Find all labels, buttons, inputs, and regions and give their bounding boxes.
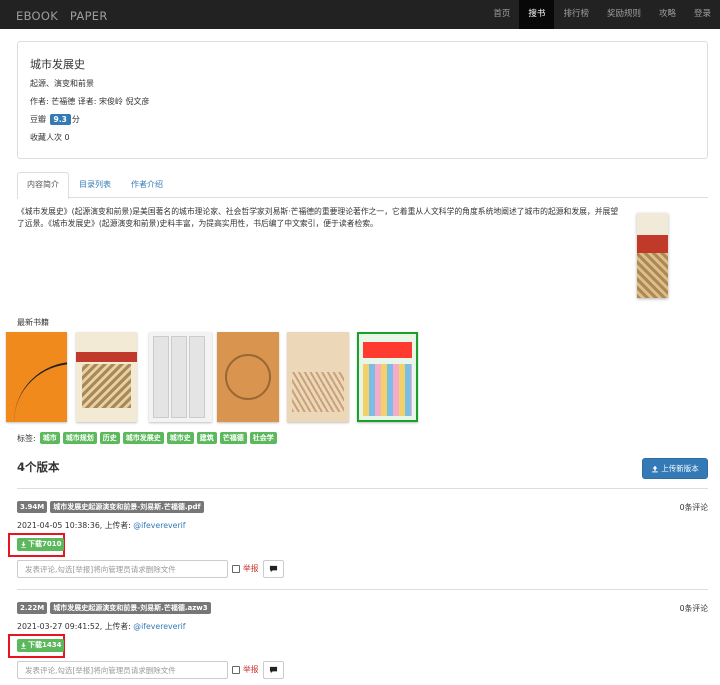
version-item: 2.22M 城市发展史起源演变和前景-刘易斯.芒福德.azw3 0条评论 202… (8, 602, 708, 685)
book-cover-image (637, 213, 668, 298)
tab-table-of-contents[interactable]: 目录列表 (69, 172, 121, 198)
nav-rankings[interactable]: 排行榜 (554, 0, 598, 29)
latest-book-cover[interactable] (357, 332, 418, 422)
douban-rating: 豆瓣 9.3 分 (30, 114, 695, 125)
latest-books-title: 最新书籍 (17, 318, 49, 327)
upload-button-label: 上传新版本 (661, 464, 699, 473)
file-size-badge: 3.94M (17, 501, 48, 513)
book-title: 城市发展史 (30, 58, 85, 71)
submit-comment-button[interactable] (263, 560, 284, 578)
upload-info: 2021-04-05 10:38:36, 上传者: @ifevereverif (17, 520, 186, 531)
download-icon (21, 541, 26, 548)
douban-score-badge: 9.3 (49, 114, 71, 125)
uploader-link[interactable]: @ifevereverif (133, 622, 185, 631)
nav-guide[interactable]: 攻略 (650, 0, 685, 29)
comment-input[interactable] (17, 560, 228, 578)
tab-author-intro[interactable]: 作者介绍 (121, 172, 173, 198)
download-button[interactable]: 下载7010 (17, 538, 65, 551)
top-navbar: EBOOK PAPER 首页 搜书 排行榜 奖励规则 攻略 登录 (0, 0, 720, 29)
tag[interactable]: 历史 (99, 432, 120, 444)
tag[interactable]: 建筑 (196, 432, 217, 444)
divider (17, 589, 708, 590)
tag[interactable]: 社会学 (249, 432, 277, 444)
brand-logo[interactable]: EBOOK PAPER (16, 8, 108, 24)
nav-rewards[interactable]: 奖励规则 (598, 0, 650, 29)
nav-search-books[interactable]: 搜书 (519, 0, 555, 29)
tag[interactable]: 城市史 (166, 432, 194, 444)
comment-count[interactable]: 0条评论 (680, 502, 708, 513)
comment-icon (269, 666, 278, 674)
file-name-badge: 城市发展史起源演变和前景-刘易斯.芒福德.pdf (50, 501, 204, 513)
book-authors: 作者: 芒福德 译者: 宋俊岭 倪文彦 (30, 97, 150, 106)
download-count: 下载7010 (28, 540, 62, 548)
latest-book-cover[interactable] (6, 332, 67, 422)
upload-date: 2021-03-27 09:41:52, 上传者: (17, 622, 131, 631)
divider (17, 488, 708, 489)
upload-icon (652, 465, 659, 472)
version-item: 3.94M 城市发展史起源演变和前景-刘易斯.芒福德.pdf 0条评论 2021… (8, 501, 708, 591)
nav-home[interactable]: 首页 (484, 0, 519, 29)
download-count: 下载1434 (28, 641, 62, 649)
latest-book-cover[interactable] (217, 332, 279, 422)
tags-row: 标签: 城市 城市规划 历史 城市发展史 城市史 建筑 芒福德 社会学 (17, 432, 277, 444)
report-checkbox[interactable] (232, 666, 240, 674)
nav-menu: 首页 搜书 排行榜 奖励规则 攻略 登录 (484, 0, 720, 29)
score-unit: 分 (71, 115, 80, 124)
upload-new-version-button[interactable]: 上传新版本 (642, 458, 708, 479)
latest-book-cover[interactable] (76, 332, 137, 422)
tab-summary[interactable]: 内容简介 (17, 172, 69, 199)
file-name-badge: 城市发展史起源演变和前景-刘易斯.芒福德.azw3 (50, 602, 211, 614)
tags-label: 标签: (17, 433, 36, 443)
comment-icon (269, 565, 278, 573)
report-label: 举报 (243, 665, 259, 674)
report-label: 举报 (243, 564, 259, 573)
latest-book-cover[interactable] (287, 332, 349, 422)
file-size-badge: 2.22M (17, 602, 48, 614)
favorites-count: 收藏人次 0 (30, 133, 70, 142)
tag[interactable]: 城市发展史 (122, 432, 164, 444)
tag[interactable]: 城市 (39, 432, 60, 444)
douban-label: 豆瓣 (30, 115, 46, 124)
report-checkbox[interactable] (232, 565, 240, 573)
book-info-panel: 城市发展史 起源、演变和前景 作者: 芒福德 译者: 宋俊岭 倪文彦 豆瓣 9.… (17, 41, 708, 159)
book-subtitle: 起源、演变和前景 (30, 79, 94, 88)
tag[interactable]: 城市规划 (62, 432, 97, 444)
upload-date: 2021-04-05 10:38:36, 上传者: (17, 521, 131, 530)
versions-title: 4个版本 (17, 460, 60, 474)
uploader-link[interactable]: @ifevereverif (133, 521, 185, 530)
download-icon (21, 642, 26, 649)
latest-book-cover[interactable] (149, 332, 212, 422)
comment-input[interactable] (17, 661, 228, 679)
download-button[interactable]: 下载1434 (17, 639, 65, 652)
book-tabs: 内容简介 目录列表 作者介绍 (17, 172, 708, 199)
comment-count[interactable]: 0条评论 (680, 603, 708, 614)
upload-info: 2021-03-27 09:41:52, 上传者: @ifevereverif (17, 621, 186, 632)
book-description: 《城市发展史》(起源演变和前景)是美国著名的城市理论家、社会哲学家刘易斯·芒福德… (17, 207, 619, 228)
nav-login[interactable]: 登录 (685, 0, 720, 29)
submit-comment-button[interactable] (263, 661, 284, 679)
tag[interactable]: 芒福德 (219, 432, 247, 444)
